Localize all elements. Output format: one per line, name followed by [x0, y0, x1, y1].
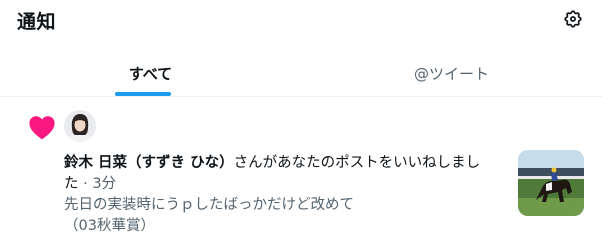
- page-title: 通知: [17, 11, 57, 33]
- post-thumbnail[interactable]: [518, 150, 584, 216]
- tab-mentions[interactable]: @ツイート: [301, 48, 602, 96]
- notification-text-continued: た · 3分: [64, 174, 116, 195]
- heart-icon: [28, 114, 56, 140]
- tab-mentions-label: @ツイート: [413, 65, 489, 83]
- page-header: 通知: [0, 0, 602, 40]
- active-tab-indicator: [115, 92, 171, 96]
- quoted-post-text: 先日の実装時にうｐしたばっかだけど改めて （03秋華賞）: [64, 195, 504, 237]
- tab-bar: すべて @ツイート: [0, 48, 602, 97]
- timestamp: · 3分: [83, 176, 117, 192]
- action-text-end: た: [64, 176, 79, 192]
- action-text: さんがあなたのポストをいいねしまし: [233, 155, 481, 171]
- gear-icon[interactable]: [563, 9, 583, 29]
- avatar[interactable]: [64, 110, 96, 142]
- quoted-post-line: 先日の実装時にうｐしたばっかだけど改めて: [64, 197, 354, 213]
- quoted-post-line: （03秋華賞）: [64, 218, 155, 234]
- user-name-link[interactable]: 鈴木 日菜（すずき ひな）: [64, 155, 234, 171]
- tab-all[interactable]: すべて: [0, 48, 301, 96]
- tab-all-label: すべて: [128, 65, 173, 83]
- notification-text: 鈴木 日菜（すずき ひな）さんがあなたのポストをいいねしまし: [64, 153, 512, 174]
